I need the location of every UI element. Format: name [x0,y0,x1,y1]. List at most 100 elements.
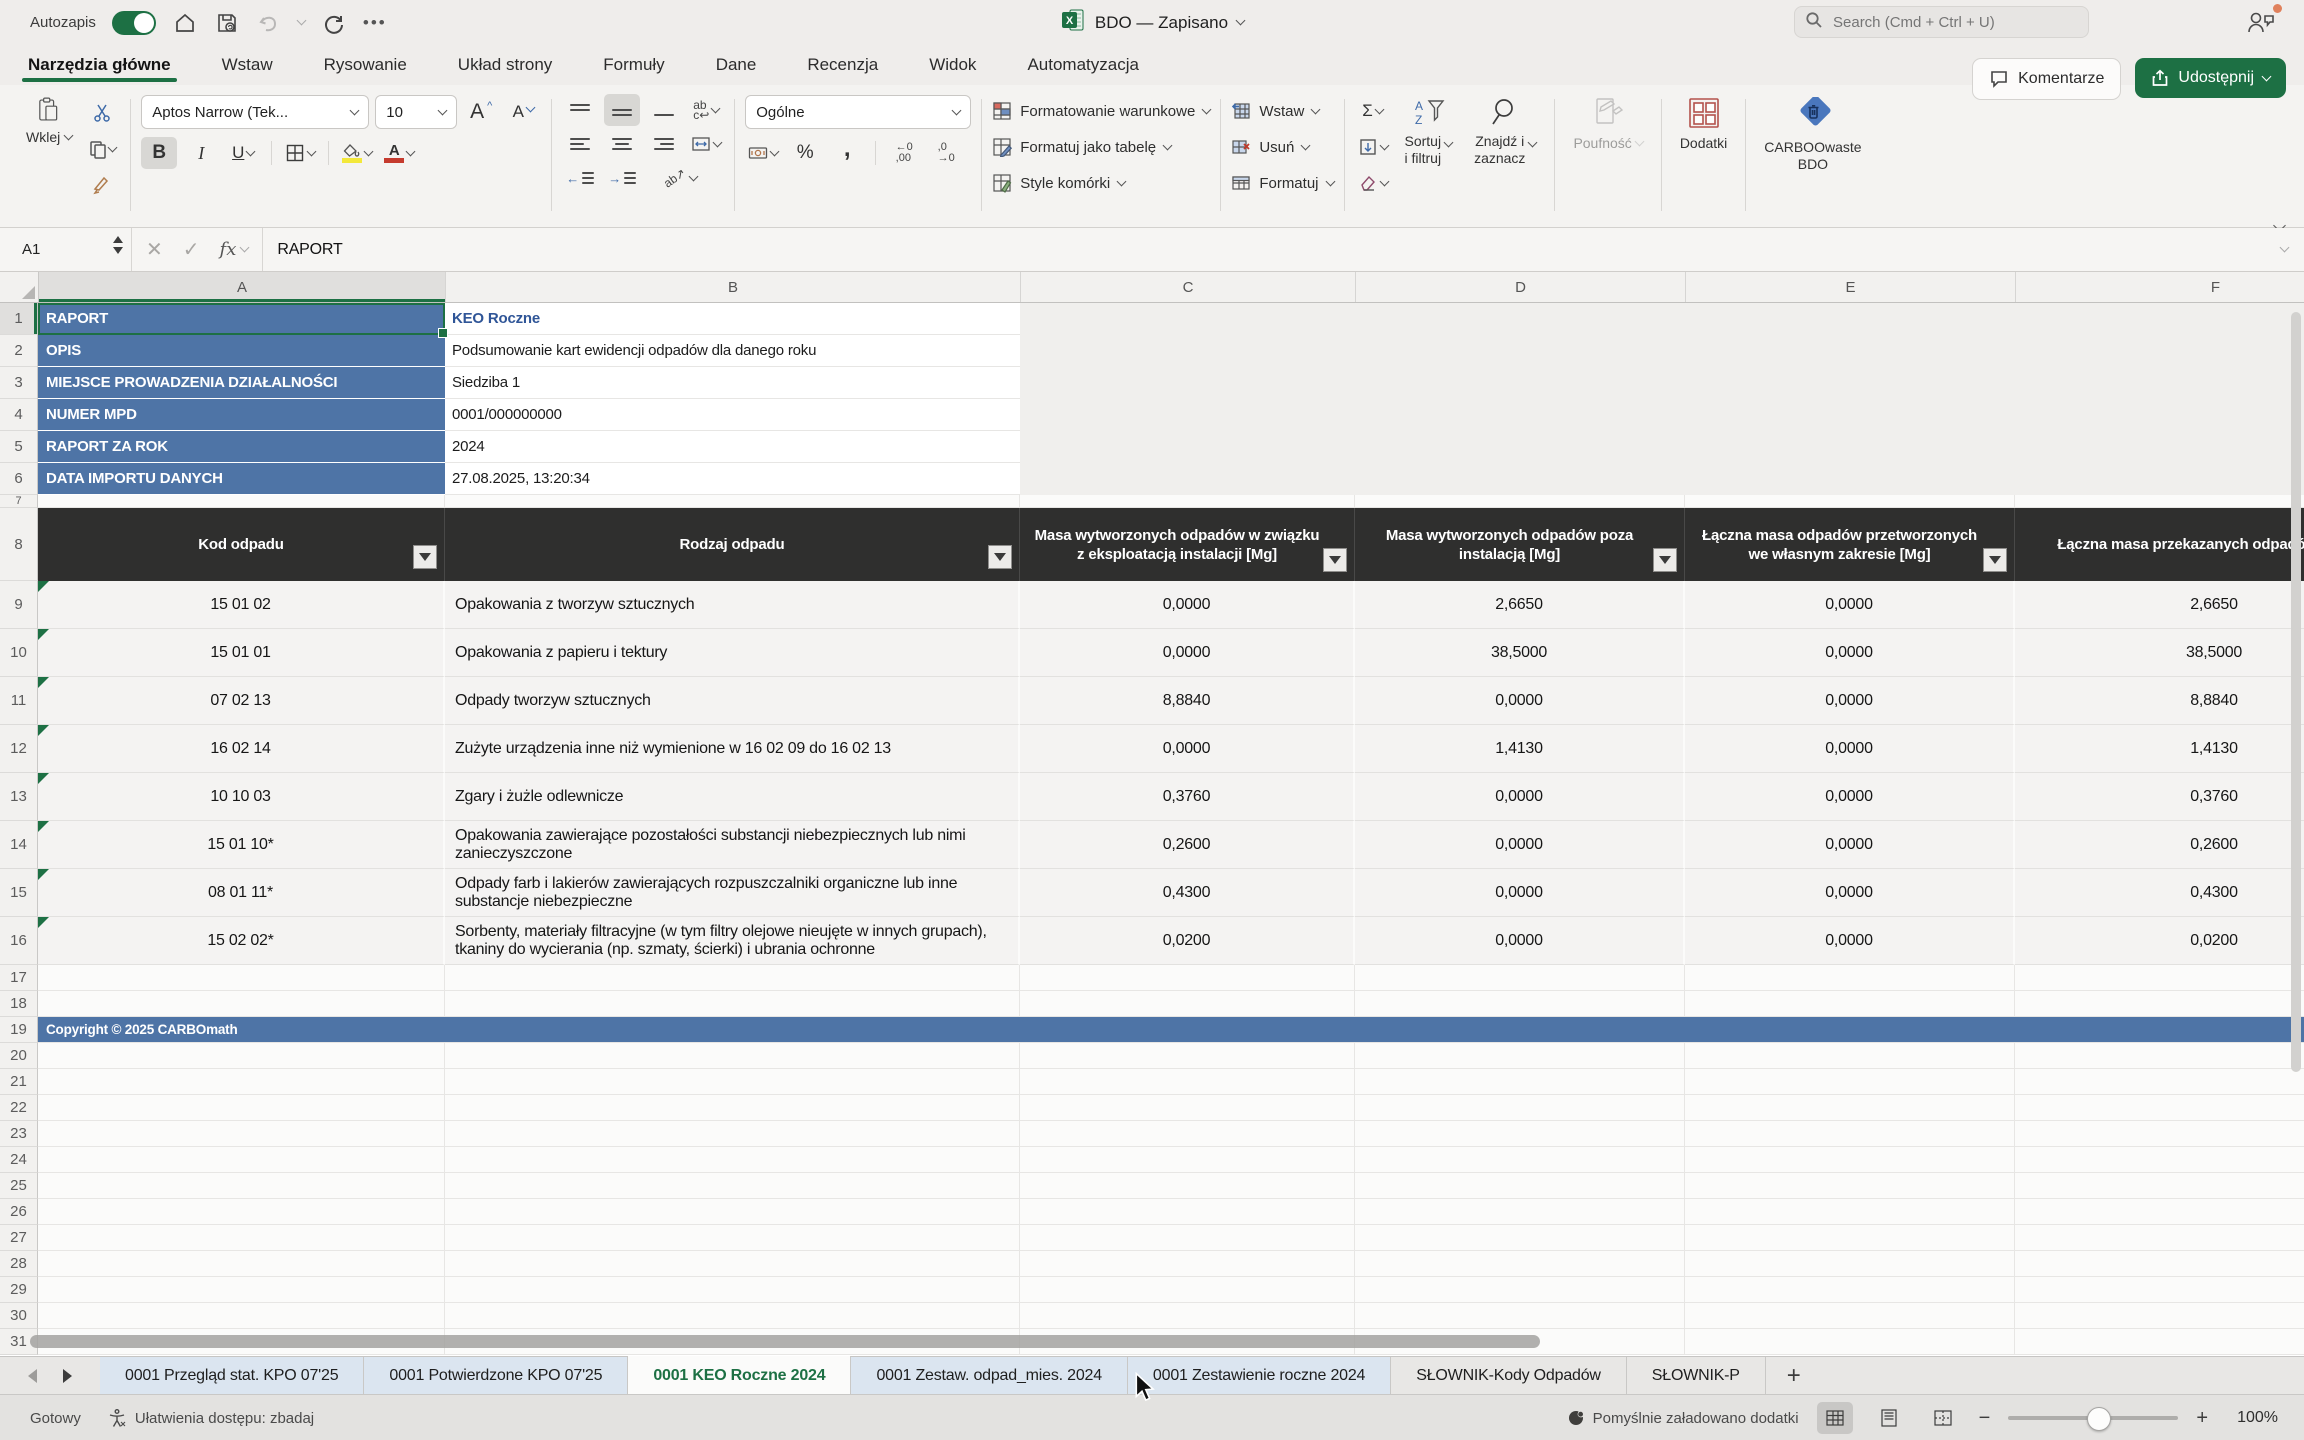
table-header-cell[interactable]: Łączna masa przekazanych odpadów [Mg] [2015,508,2304,581]
empty-cell[interactable] [1355,1225,1685,1251]
empty-cell[interactable] [1355,1069,1685,1095]
empty-cell[interactable] [1355,1251,1685,1277]
filter-dropdown-icon[interactable] [413,545,437,569]
add-sheet-button[interactable]: + [1766,1357,1822,1395]
sheet-tab[interactable]: 0001 Potwierdzone KPO 07'25 [364,1357,628,1395]
addins-button[interactable]: Dodatki [1672,95,1735,154]
empty-cell[interactable] [445,1121,1020,1147]
empty-region[interactable] [1020,303,2304,335]
ribbon-tab-recenzja[interactable]: Recenzja [805,55,880,85]
name-box-spinner[interactable] [113,236,123,254]
empty-cell[interactable] [1685,495,2015,508]
empty-cell[interactable] [1685,1147,2015,1173]
empty-cell[interactable] [2015,1225,2304,1251]
wrap-text-button[interactable]: abc↩ [688,94,724,126]
decrease-decimal-button[interactable]: ,0→0 [928,137,964,169]
empty-cell[interactable] [1020,1303,1355,1329]
empty-cell[interactable] [445,1303,1020,1329]
empty-cell[interactable] [38,1043,445,1069]
empty-cell[interactable] [445,1251,1020,1277]
sheet-tab[interactable]: 0001 Zestaw. odpad_mies. 2024 [851,1357,1127,1395]
cell-styles-button[interactable]: Style komórki [992,167,1210,199]
empty-cell[interactable] [445,1095,1020,1121]
table-header-cell[interactable]: Łączna masa odpadów przetworzonych we wł… [1685,508,2015,581]
data-cell[interactable]: Opakowania z papieru i tektury [445,629,1020,677]
info-label-cell[interactable]: MIEJSCE PROWADZENIA DZIAŁALNOŚCI [38,367,445,399]
sheet-tab-active[interactable]: 0001 KEO Roczne 2024 [628,1356,851,1395]
autosum-button[interactable]: Σ [1355,95,1391,127]
paste-button[interactable]: Wklej [18,95,80,201]
filter-dropdown-icon[interactable] [1983,548,2007,572]
empty-cell[interactable] [2015,1121,2304,1147]
font-name-select[interactable]: Aptos Narrow (Tek... [141,95,369,129]
align-right-button[interactable] [646,128,682,160]
data-cell[interactable]: 16 02 14 [38,725,445,773]
data-cell[interactable]: 0,0000 [1355,917,1685,965]
data-cell[interactable]: 0,0000 [1685,581,2015,629]
row-header-28[interactable]: 28 [0,1251,38,1277]
data-cell[interactable]: 0,0000 [1020,725,1355,773]
increase-decimal-button[interactable]: ←0,00 [886,137,922,169]
data-cell[interactable]: Odpady tworzyw sztucznych [445,677,1020,725]
empty-cell[interactable] [1020,1043,1355,1069]
row-header-18[interactable]: 18 [0,991,38,1017]
title-chevron-icon[interactable] [1236,16,1246,26]
empty-cell[interactable] [1355,1199,1685,1225]
info-label-cell[interactable]: NUMER MPD [38,399,445,431]
column-header-D[interactable]: D [1356,272,1686,302]
empty-cell[interactable] [2015,1147,2304,1173]
insert-cells-button[interactable]: Wstaw [1231,95,1333,127]
data-cell[interactable]: 0,2600 [2015,821,2304,869]
align-top-button[interactable] [562,94,598,126]
row-header-25[interactable]: 25 [0,1173,38,1199]
empty-cell[interactable] [1020,1069,1355,1095]
ribbon-tab-narzędzia-główne[interactable]: Narzędzia główne [26,55,173,85]
ribbon-tab-formuły[interactable]: Formuły [601,55,666,85]
align-bottom-button[interactable] [646,94,682,126]
empty-cell[interactable] [1685,965,2015,991]
sheet-tab[interactable]: SŁOWNIK-Kody Odpadów [1391,1357,1627,1395]
row-header-26[interactable]: 26 [0,1199,38,1225]
formula-bar-expand-icon[interactable] [2280,243,2290,253]
data-cell[interactable]: 15 01 02 [38,581,445,629]
data-cell[interactable]: 0,0000 [1020,629,1355,677]
decrease-indent-button[interactable]: ← [562,162,598,194]
empty-cell[interactable] [1685,1303,2015,1329]
row-header-30[interactable]: 30 [0,1303,38,1329]
ribbon-tab-widok[interactable]: Widok [927,55,978,85]
empty-cell[interactable] [445,965,1020,991]
empty-cell[interactable] [1355,1043,1685,1069]
filter-dropdown-icon[interactable] [988,545,1012,569]
sheet-nav-left-icon[interactable] [28,1369,37,1383]
ribbon-tab-automatyzacja[interactable]: Automatyzacja [1025,55,1141,85]
data-cell[interactable]: 15 01 10* [38,821,445,869]
empty-region[interactable] [1020,431,2304,463]
redo-icon[interactable] [321,10,347,36]
empty-cell[interactable] [2015,1043,2304,1069]
empty-cell[interactable] [1685,1043,2015,1069]
formula-input[interactable]: RAPORT [263,241,2281,259]
find-select-button[interactable]: Znajdź i zaznacz [1466,95,1544,199]
align-middle-button[interactable] [604,94,640,126]
empty-cell[interactable] [2015,1277,2304,1303]
empty-cell[interactable] [38,1095,445,1121]
empty-cell[interactable] [38,1069,445,1095]
row-header-7[interactable]: 7 [0,495,38,508]
sensitivity-button[interactable]: Poufność [1565,95,1650,154]
data-cell[interactable]: 07 02 13 [38,677,445,725]
empty-cell[interactable] [1685,1199,2015,1225]
info-label-cell[interactable]: RAPORT ZA ROK [38,431,445,463]
empty-cell[interactable] [1685,1251,2015,1277]
data-cell[interactable]: 38,5000 [1355,629,1685,677]
sheet-tab[interactable]: SŁOWNIK-P [1627,1357,1766,1395]
info-value-cell[interactable]: 27.08.2025, 13:20:34 [445,463,1020,495]
empty-cell[interactable] [1020,1225,1355,1251]
data-cell[interactable]: 8,8840 [2015,677,2304,725]
merge-center-button[interactable] [688,128,724,160]
empty-cell[interactable] [445,991,1020,1017]
presence-people-icon[interactable] [2246,8,2280,38]
font-size-select[interactable]: 10 [375,95,457,129]
empty-cell[interactable] [445,1277,1020,1303]
format-painter-button[interactable] [84,169,120,201]
data-cell[interactable]: 08 01 11* [38,869,445,917]
